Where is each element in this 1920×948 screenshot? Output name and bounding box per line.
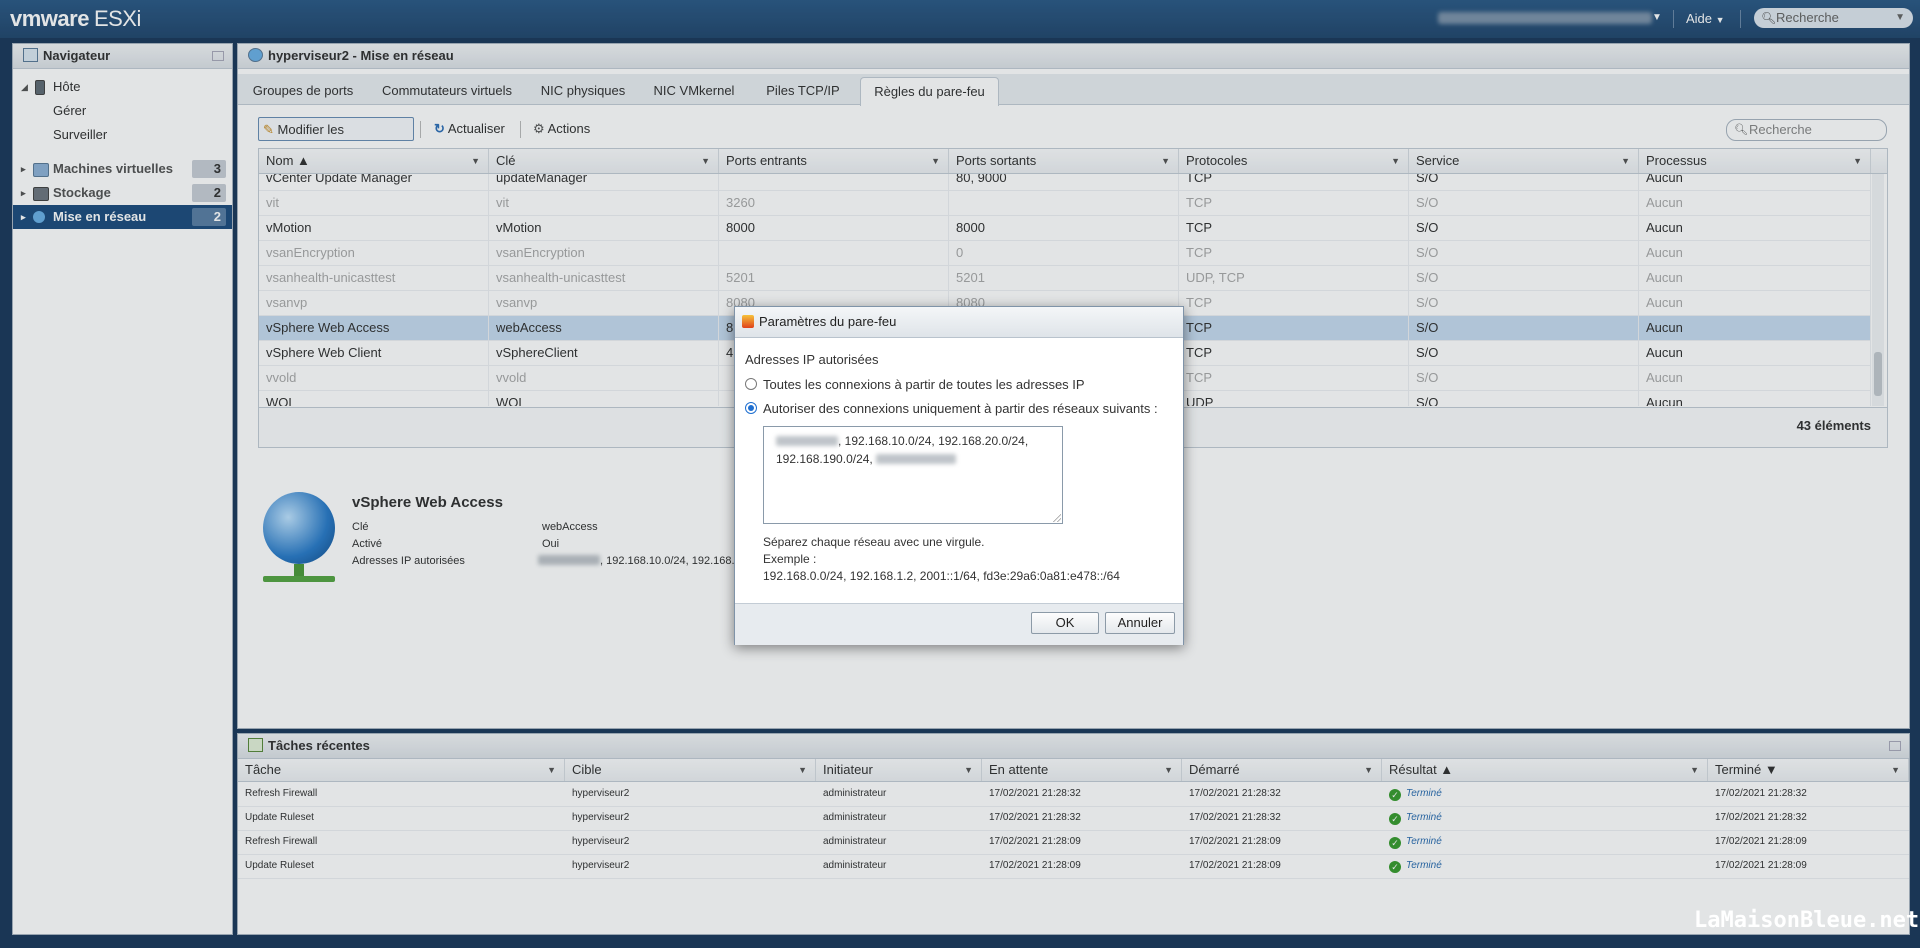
- dialog-body: Adresses IP autorisées Toutes les connex…: [735, 338, 1183, 608]
- radio-only-networks-label[interactable]: Autoriser des connexions uniquement à pa…: [763, 401, 1158, 416]
- firewall-icon: [742, 315, 754, 328]
- watermark: LaMaisonBleue.net: [1694, 908, 1920, 933]
- radio-all-ips-label[interactable]: Toutes les connexions à partir de toutes…: [763, 377, 1085, 392]
- networks-text-1: , 192.168.10.0/24, 192.168.20.0/24,: [838, 434, 1029, 448]
- cancel-label: Annuler: [1117, 615, 1163, 630]
- networks-textarea[interactable]: , 192.168.10.0/24, 192.168.20.0/24, 192.…: [763, 426, 1063, 524]
- networks-text-2: 192.168.190.0/24,: [776, 452, 873, 466]
- ok-button[interactable]: OK: [1031, 612, 1099, 634]
- example-text: 192.168.0.0/24, 192.168.1.2, 2001::1/64,…: [763, 569, 1120, 583]
- ok-label: OK: [1055, 615, 1075, 630]
- cancel-button[interactable]: Annuler: [1105, 612, 1175, 634]
- redacted-ip: [876, 454, 957, 464]
- example-label: Exemple :: [763, 552, 817, 566]
- radio-only-networks[interactable]: [745, 402, 757, 414]
- dialog-title: Paramètres du pare-feu: [759, 314, 897, 329]
- dialog-header: Paramètres du pare-feu: [735, 307, 1183, 338]
- dialog-footer: OK Annuler: [735, 603, 1183, 645]
- help-text: Séparez chaque réseau avec une virgule.: [763, 535, 985, 549]
- firewall-settings-dialog: Paramètres du pare-feu Adresses IP autor…: [734, 306, 1184, 645]
- resize-handle[interactable]: [1053, 514, 1061, 522]
- networks-line-1: , 192.168.10.0/24, 192.168.20.0/24,: [776, 432, 1050, 450]
- section-label: Adresses IP autorisées: [745, 352, 879, 367]
- radio-all-ips[interactable]: [745, 378, 757, 390]
- redacted-ip: [776, 436, 838, 446]
- networks-line-2: 192.168.190.0/24,: [776, 450, 1050, 468]
